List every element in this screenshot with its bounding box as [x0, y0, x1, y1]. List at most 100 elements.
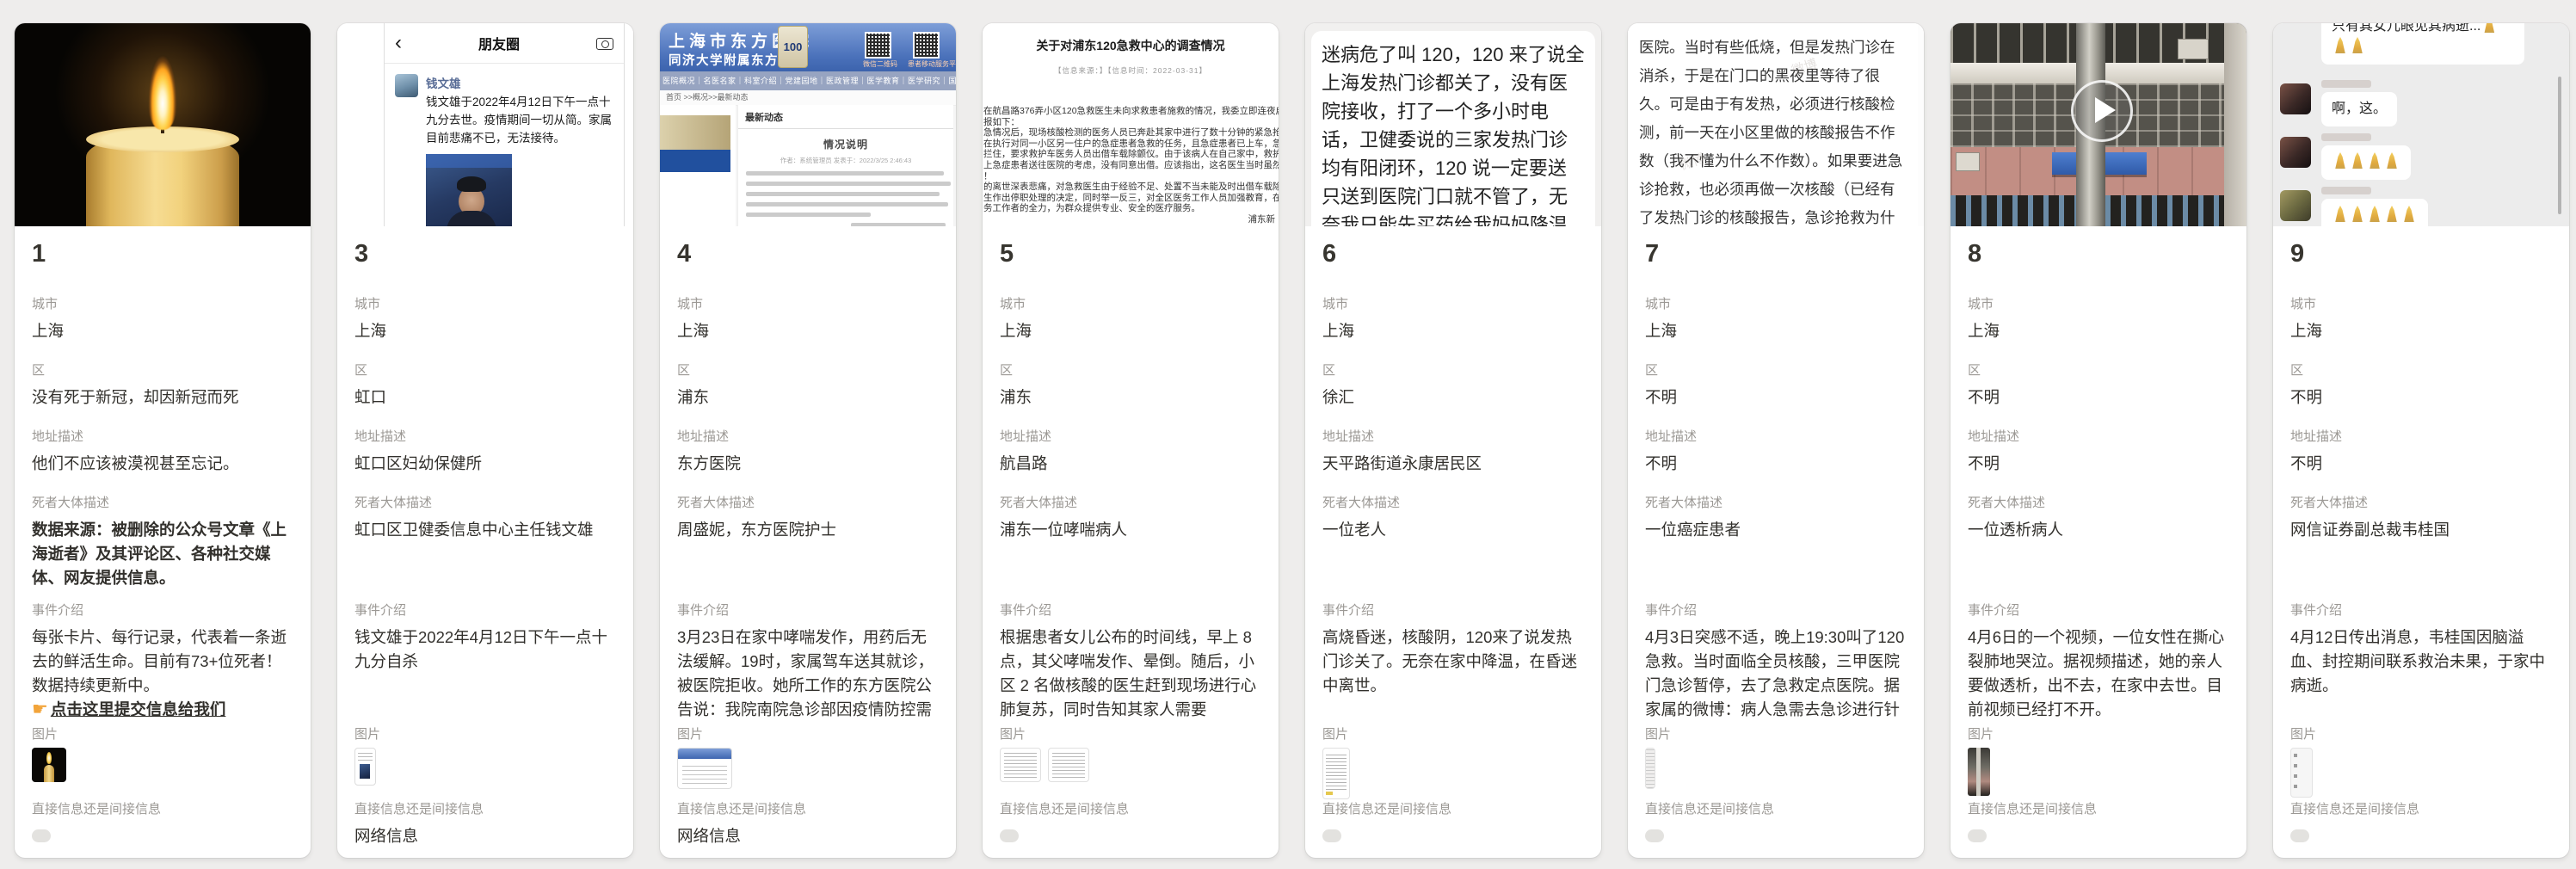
label-event: 事件介绍 — [1000, 603, 1261, 619]
folded-hands-icon — [2368, 152, 2382, 169]
value-district: 不明 — [1645, 385, 1907, 410]
report-line: 在航昌路376弄小区120急救医生未向求救患者施救的情况，我委立即连夜启动调 — [983, 106, 1279, 117]
document-thumbnail — [1000, 748, 1041, 782]
image-thumbnails — [1322, 748, 1584, 799]
value-direct-info — [32, 824, 293, 842]
value-deceased: 浦东一位哮喘病人 — [1000, 518, 1261, 542]
label-deceased: 死者大体描述 — [1968, 496, 2229, 511]
record-card-5[interactable]: 关于对浦东120急救中心的调查情况 【信息来源：】【信息时间：2022-03-3… — [983, 23, 1279, 858]
value-city: 上海 — [1000, 319, 1261, 343]
value-deceased: 虹口区卫健委信息中心主任钱文雄 — [354, 518, 616, 542]
moments-header: ‹ 朋友圈 — [385, 23, 624, 64]
site-nav: 医院概况｜名医名家｜科室介绍｜党建园地｜医政管理｜医学教育｜医学研究｜国际交流｜… — [660, 71, 956, 90]
sidebar-block — [660, 150, 730, 172]
label-address: 地址描述 — [32, 429, 293, 445]
card-number: 5 — [1000, 240, 1014, 268]
poster-name: 钱文雄 — [426, 74, 615, 91]
record-card-9[interactable]: 只有其女儿眼见其病逝... 啊，这。 9 城市 上海 区 不明 地址描 — [2273, 23, 2569, 858]
report-line: 上急症患者送往医院的考虑，没有同意出借。应该指出，这名医生当时虽然有家 — [983, 160, 1279, 171]
label-direct-info: 直接信息还是间接信息 — [354, 802, 616, 817]
label-city: 城市 — [2290, 297, 2552, 312]
value-district: 虹口 — [354, 385, 616, 410]
label-event: 事件介绍 — [1322, 603, 1584, 619]
value-city: 上海 — [354, 319, 616, 343]
record-card-1[interactable]: 1 城市 上海 区 没有死于新冠，却因新冠而死 地址描述 他们不应该被漠视甚至忘… — [15, 23, 311, 858]
label-image: 图片 — [1645, 727, 1907, 743]
candle-thumbnail — [32, 748, 66, 782]
wechat-moments-screenshot: ‹ 朋友圈 钱文雄 钱文雄于2022年4月12日下午一点十九分去世。疫情期间一切… — [337, 23, 633, 226]
label-image: 图片 — [354, 727, 616, 743]
card-gallery: 1 城市 上海 区 没有死于新冠，却因新冠而死 地址描述 他们不应该被漠视甚至忘… — [15, 23, 2569, 858]
label-direct-info: 直接信息还是间接信息 — [1645, 802, 1907, 817]
qr-code-icon — [913, 32, 940, 59]
label-city: 城市 — [354, 297, 616, 312]
value-address: 不明 — [1968, 452, 2229, 476]
back-chevron-icon: ‹ — [395, 33, 402, 53]
value-direct-info — [1322, 824, 1584, 842]
label-deceased: 死者大体描述 — [32, 496, 293, 511]
label-event: 事件介绍 — [32, 603, 293, 619]
value-deceased: 数据来源：被删除的公众号文章《上海逝者》及其评论区、各种社交媒体、网友提供信息。 — [32, 518, 293, 590]
chat-text: 只有其女儿眼见其病逝... — [2332, 23, 2480, 34]
site-breadcrumb: 首页 >>概况>>最新动态 — [660, 90, 956, 106]
label-city: 城市 — [32, 297, 293, 312]
card-number: 4 — [677, 240, 691, 268]
label-city: 城市 — [677, 297, 939, 312]
direct-info-empty-pill — [1968, 829, 1987, 842]
news-section-title: 最新动态 — [738, 105, 953, 129]
submit-info-link-row: ☛点击这里提交信息给我们 — [32, 698, 293, 722]
avatar — [2280, 83, 2311, 114]
play-button-icon[interactable] — [2071, 80, 2133, 142]
label-city: 城市 — [1968, 297, 2229, 312]
value-address: 虹口区妇幼保健所 — [354, 452, 616, 476]
message-bubble: 迷病危了叫 120，120 来了说全上海发热门诊都关了，没有医院接收，打了一个多… — [1311, 31, 1595, 226]
label-direct-info: 直接信息还是间接信息 — [2290, 802, 2552, 817]
card-number: 6 — [1322, 240, 1336, 268]
value-event: 4月6日的一个视频，一位女性在撕心裂肺地哭泣。据视频描述，她的亲人要做透析，出不… — [1968, 626, 2229, 722]
scrollbar[interactable] — [2558, 77, 2561, 214]
label-city: 城市 — [1322, 297, 1584, 312]
value-address: 不明 — [2290, 452, 2552, 476]
value-direct-info — [1645, 824, 1907, 842]
report-line: 浦东新 — [983, 214, 1279, 225]
qr-label: 微信二维码 — [863, 59, 897, 69]
value-city: 上海 — [1968, 319, 2229, 343]
value-event: 3月23日在家中哮喘发作，用药后无法缓解。19时，家属驾车送其就诊，被医院拒收。… — [677, 626, 939, 724]
folded-hands-icon — [2385, 152, 2399, 169]
label-deceased: 死者大体描述 — [1322, 496, 1584, 511]
label-address: 地址描述 — [1645, 429, 1907, 445]
folded-hands-icon — [2333, 37, 2347, 53]
label-image: 图片 — [677, 727, 939, 743]
record-card-3[interactable]: ‹ 朋友圈 钱文雄 钱文雄于2022年4月12日下午一点十九分去世。疫情期间一切… — [337, 23, 633, 858]
video-thumbnail — [1968, 748, 1990, 796]
record-card-4[interactable]: 上海市东方医院 同济大学附属东方医院 100 微信二维码 患者移动服务平台 医院… — [660, 23, 956, 858]
submit-info-link[interactable]: 点击这里提交信息给我们 — [51, 700, 226, 718]
record-card-7[interactable]: 医院。当时有些低烧，但是发热门诊在消杀，于是在门口的黑夜里等待了很久。可是由于有… — [1628, 23, 1924, 858]
chat-bubble: 只有其女儿眼见其病逝... — [2321, 23, 2524, 65]
value-district: 浦东 — [1000, 385, 1261, 410]
record-card-8[interactable]: 8 城市 上海 区 不明 地址描述 不明 死者大体描述 一位透析病人 事件介绍 … — [1950, 23, 2246, 858]
image-thumbnails — [2290, 748, 2552, 799]
statement-title: 情况说明 — [738, 137, 953, 151]
record-card-6[interactable]: 迷病危了叫 120，120 来了说全上海发热门诊都关了，没有医院接收，打了一个多… — [1305, 23, 1601, 858]
label-event: 事件介绍 — [677, 603, 939, 619]
text-line-placeholder — [746, 182, 951, 186]
post-photo — [426, 154, 512, 226]
statement-meta: 作者：系统管理员 发表于：2022/3/25 2:46:43 — [738, 156, 953, 165]
value-district: 不明 — [1968, 385, 2229, 410]
report-line: 急情况后，现场核酸检测的医务人员已奔赴其家中进行了数十分钟的紧急抢救， — [983, 127, 1279, 139]
group-chat-screenshot: 只有其女儿眼见其病逝... 啊，这。 — [2273, 23, 2569, 226]
building-video-thumbnail — [1950, 23, 2246, 226]
image-thumbnails — [354, 748, 616, 799]
direct-info-empty-pill — [32, 829, 51, 842]
message-screenshot: 迷病危了叫 120，120 来了说全上海发热门诊都关了，没有医院接收，打了一个多… — [1305, 23, 1601, 226]
value-district: 不明 — [2290, 385, 2552, 410]
label-district: 区 — [2290, 363, 2552, 379]
label-event: 事件介绍 — [1645, 603, 1907, 619]
website-thumbnail — [677, 748, 732, 789]
image-thumbnails — [32, 748, 293, 799]
value-deceased: 一位透析病人 — [1968, 518, 2229, 542]
value-district: 浦东 — [677, 385, 939, 410]
chat-thumbnail — [2290, 748, 2313, 798]
folded-hands-icon — [2351, 152, 2364, 169]
